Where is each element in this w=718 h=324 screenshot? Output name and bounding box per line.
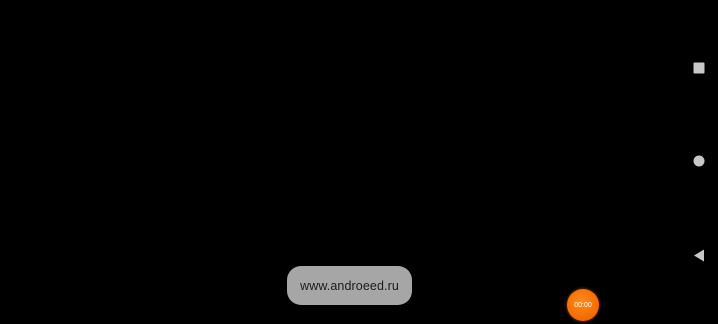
screen-recorder-timer-button[interactable]: 00:00 [567,289,599,321]
square-icon [693,62,705,74]
circle-icon [693,155,705,167]
toast-text: www.androeed.ru [300,278,399,293]
triangle-back-icon [694,249,704,261]
home-button[interactable] [680,141,718,181]
toast-message: www.androeed.ru [287,266,412,305]
recents-button[interactable] [680,48,718,88]
recorder-timer-text: 00:00 [574,301,592,309]
navigation-bar [680,0,718,324]
screen: www.androeed.ru 00:00 [0,0,718,324]
back-button[interactable] [680,235,718,275]
